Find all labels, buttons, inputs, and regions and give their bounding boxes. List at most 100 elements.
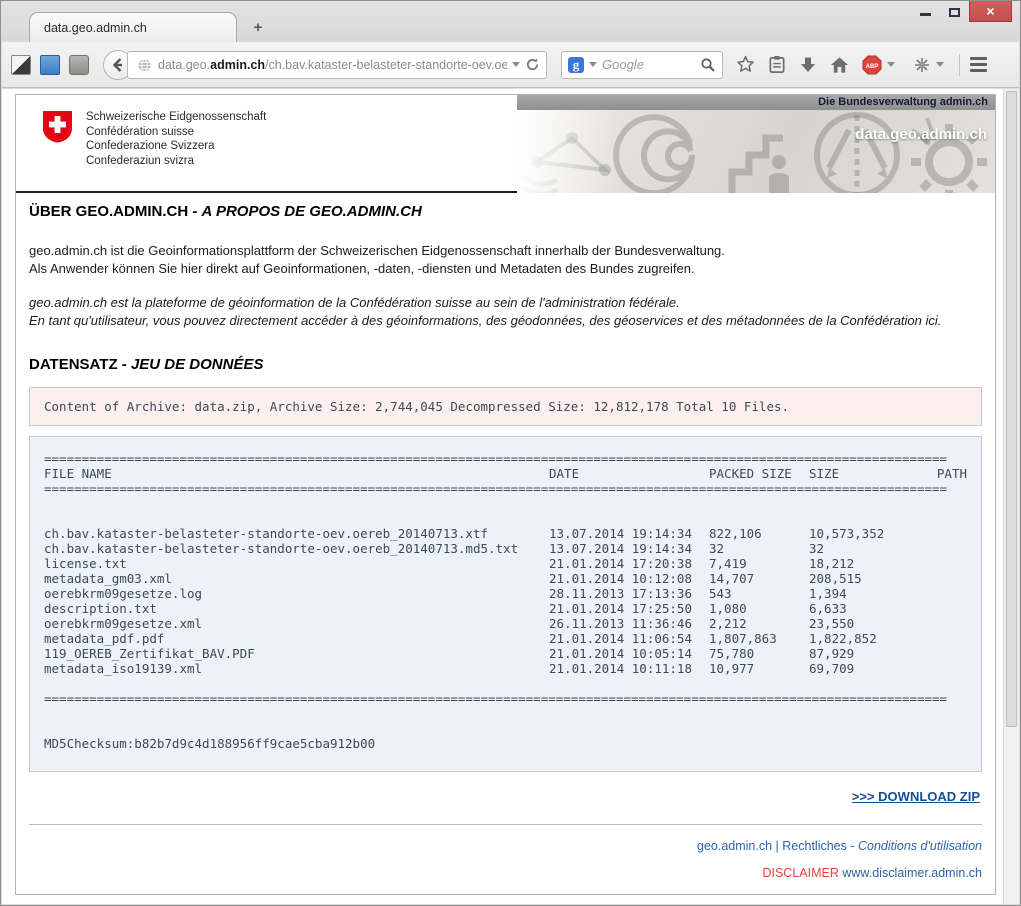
url-text[interactable]: data.geo.admin.ch/ch.bav.kataster-belast…	[158, 58, 507, 72]
geo-admin-link[interactable]: geo.admin.ch	[697, 839, 772, 853]
cell-name: license.txt	[44, 556, 549, 571]
archive-summary-box: Content of Archive: data.zip, Archive Si…	[29, 387, 982, 426]
cell-date: 21.01.2014 10:12:08	[549, 571, 709, 586]
cell-size: 18,212	[809, 556, 921, 571]
swiss-confederation-logo[interactable]: Schweizerische Eidgenossenschaft Confédé…	[42, 110, 266, 168]
page-content: ÜBER GEO.ADMIN.CH - A PROPOS DE GEO.ADMI…	[16, 203, 995, 880]
about-paragraph-de: geo.admin.ch ist die Geoinformationsplat…	[29, 242, 982, 278]
col-path: PATH	[921, 466, 967, 481]
cell-path	[921, 616, 967, 631]
cell-date: 21.01.2014 11:06:54	[549, 631, 709, 646]
cell-path	[921, 646, 967, 661]
cell-size: 87,929	[809, 646, 921, 661]
reload-icon[interactable]	[525, 57, 540, 72]
home-icon[interactable]	[830, 56, 849, 74]
addon-image-icon[interactable]	[11, 55, 31, 75]
md5-checksum: MD5Checksum:b82b7d9c4d188956ff9cae5cba91…	[44, 736, 967, 751]
toolbar-overflow-dropdown-icon[interactable]	[936, 62, 944, 67]
cell-name: ch.bav.kataster-belasteter-standorte-oev…	[44, 526, 549, 541]
google-favicon: g	[568, 57, 584, 73]
cell-path	[921, 631, 967, 646]
search-engine-dropdown-icon[interactable]	[589, 62, 597, 67]
cell-name: metadata_pdf.pdf	[44, 631, 549, 646]
table-row: oerebkrm09gesetze.log28.11.2013 17:13:36…	[44, 586, 967, 601]
menu-icon[interactable]	[970, 57, 987, 72]
table-row: 119_OEREB_Zertifikat_BAV.PDF21.01.2014 1…	[44, 646, 967, 661]
footer-divider	[29, 824, 982, 825]
cell-date: 21.01.2014 17:20:38	[549, 556, 709, 571]
disclaimer-link[interactable]: www.disclaimer.admin.ch	[842, 866, 982, 880]
navigation-toolbar: data.geo.admin.ch/ch.bav.kataster-belast…	[2, 42, 1019, 88]
search-input[interactable]: Google	[602, 57, 700, 72]
downloads-icon[interactable]	[799, 56, 817, 74]
separator-line: ========================================…	[44, 451, 967, 466]
banner-title: data.geo.admin.ch	[855, 126, 987, 143]
cell-name: 119_OEREB_Zertifikat_BAV.PDF	[44, 646, 549, 661]
search-icon[interactable]	[700, 57, 716, 73]
rechtliches-link[interactable]: Rechtliches	[782, 839, 847, 853]
cell-date: 21.01.2014 10:05:14	[549, 646, 709, 661]
addon-archive-icon[interactable]	[69, 55, 89, 75]
cell-path	[921, 541, 967, 556]
cell-size: 1,822,852	[809, 631, 921, 646]
col-date: DATE	[549, 466, 709, 481]
admin-bar-link[interactable]: Die Bundesverwaltung admin.ch	[517, 95, 995, 110]
about-paragraph-fr: geo.admin.ch est la plateforme de géoinf…	[29, 294, 982, 330]
adblock-button[interactable]: ABP	[862, 55, 900, 75]
table-row: ch.bav.kataster-belasteter-standorte-oev…	[44, 541, 967, 556]
cell-name: ch.bav.kataster-belasteter-standorte-oev…	[44, 541, 549, 556]
cell-packed: 10,977	[709, 661, 809, 676]
browser-window: data.geo.admin.ch + × data.geo.admin.ch/	[0, 0, 1021, 906]
scrollbar-thumb[interactable]	[1006, 91, 1017, 727]
vertical-scrollbar[interactable]	[1003, 89, 1019, 904]
cell-name: metadata_gm03.xml	[44, 571, 549, 586]
cell-name: oerebkrm09gesetze.log	[44, 586, 549, 601]
addon-window-icon[interactable]	[40, 55, 60, 75]
disclaimer-line: DISCLAIMER www.disclaimer.admin.ch	[29, 866, 982, 880]
search-bar[interactable]: g Google	[561, 51, 723, 79]
separator-line: ========================================…	[44, 691, 967, 706]
extension-burst-icon[interactable]	[913, 56, 931, 74]
maximize-button[interactable]	[940, 1, 969, 21]
table-header-row: FILE NAME DATE PACKED SIZE SIZE PATH	[44, 466, 967, 481]
cell-size: 32	[809, 541, 921, 556]
globe-icon	[137, 58, 152, 73]
cell-packed: 32	[709, 541, 809, 556]
download-zip-link[interactable]: >>> DOWNLOAD ZIP	[852, 789, 980, 804]
cell-size: 69,709	[809, 661, 921, 676]
table-row: description.txt21.01.2014 17:25:501,0806…	[44, 601, 967, 616]
bookmark-star-icon[interactable]	[736, 55, 755, 74]
dataset-heading: DATENSATZ - JEU DE DONNÉES	[29, 356, 982, 373]
cell-size: 6,633	[809, 601, 921, 616]
cell-name: description.txt	[44, 601, 549, 616]
adblock-icon: ABP	[862, 55, 882, 75]
cell-packed: 543	[709, 586, 809, 601]
adblock-dropdown-icon[interactable]	[887, 62, 895, 67]
bookmarks-panel-icon[interactable]	[768, 55, 786, 74]
separator-line: ========================================…	[44, 481, 967, 496]
cell-date: 26.11.2013 11:36:46	[549, 616, 709, 631]
minimize-button[interactable]	[911, 1, 940, 21]
table-row: oerebkrm09gesetze.xml26.11.2013 11:36:46…	[44, 616, 967, 631]
window-controls: ×	[911, 1, 1012, 22]
file-rows: ch.bav.kataster-belasteter-standorte-oev…	[44, 526, 967, 676]
cell-size: 208,515	[809, 571, 921, 586]
toolbar-divider	[959, 54, 960, 76]
swiss-shield-icon	[42, 110, 73, 143]
cell-path	[921, 571, 967, 586]
cell-packed: 7,419	[709, 556, 809, 571]
cell-size: 10,573,352	[809, 526, 921, 541]
cell-packed: 14,707	[709, 571, 809, 586]
cell-date: 13.07.2014 19:14:34	[549, 526, 709, 541]
table-row: metadata_pdf.pdf21.01.2014 11:06:541,807…	[44, 631, 967, 646]
tab-title: data.geo.admin.ch	[44, 21, 147, 35]
url-history-dropdown-icon[interactable]	[512, 62, 520, 67]
cell-packed: 822,106	[709, 526, 809, 541]
close-button[interactable]: ×	[969, 1, 1012, 22]
browser-tab[interactable]: data.geo.admin.ch	[29, 12, 237, 42]
conditions-link[interactable]: Conditions d'utilisation	[858, 839, 982, 853]
url-bar[interactable]: data.geo.admin.ch/ch.bav.kataster-belast…	[127, 51, 547, 79]
back-arrow-icon	[110, 57, 126, 73]
download-row: >>> DOWNLOAD ZIP	[29, 788, 982, 806]
new-tab-button[interactable]: +	[245, 17, 271, 39]
